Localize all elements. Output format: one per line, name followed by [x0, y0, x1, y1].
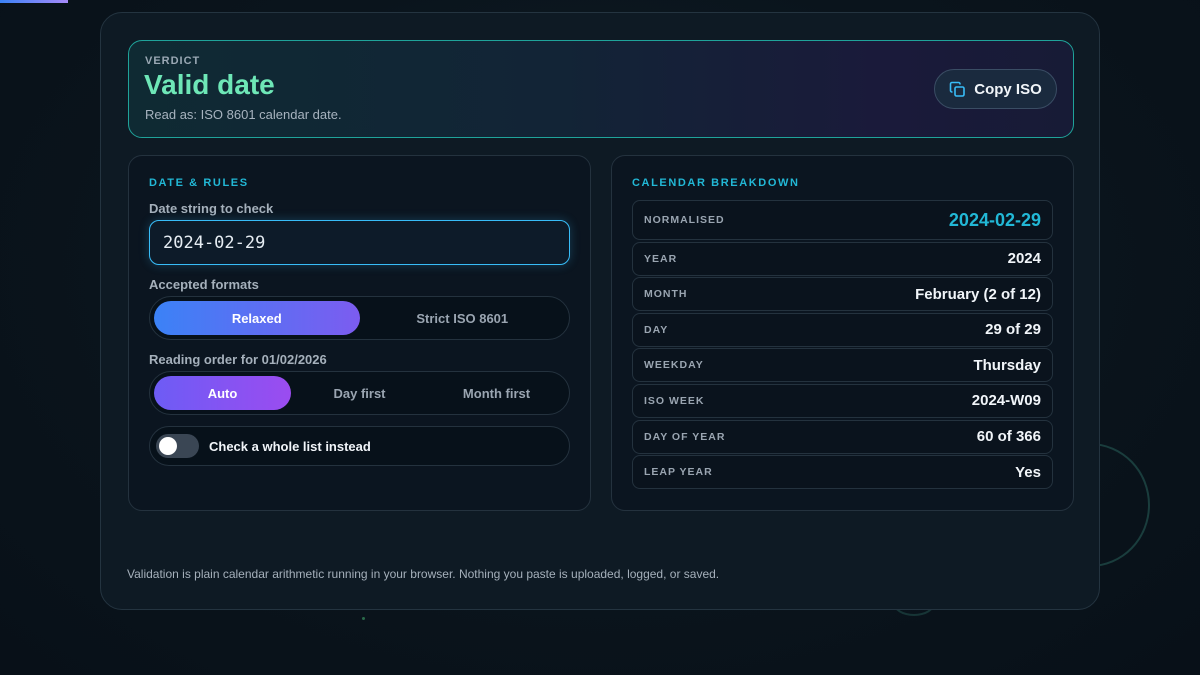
- privacy-footer-note: Validation is plain calendar arithmetic …: [127, 567, 720, 581]
- order-option-auto[interactable]: Auto: [154, 376, 291, 410]
- breakdown-row-day-of-year: DAY OF YEAR 60 of 366: [632, 419, 1053, 454]
- format-option-strict-iso[interactable]: Strict ISO 8601: [360, 301, 566, 335]
- row-value: 2024-W09: [971, 392, 1041, 410]
- date-rules-panel: DATE & RULES Date string to check 2024-0…: [128, 155, 591, 511]
- copy-iso-button[interactable]: Copy ISO: [934, 69, 1057, 109]
- date-input-label: Date string to check: [149, 201, 274, 216]
- row-value: 2024-02-29: [948, 209, 1041, 230]
- breakdown-row-year: YEAR 2024: [632, 241, 1053, 276]
- list-mode-toggle-label: Check a whole list instead: [209, 438, 371, 454]
- format-option-relaxed[interactable]: Relaxed: [154, 301, 360, 335]
- row-value: 2024: [1007, 250, 1041, 268]
- main-card: VERDICT Valid date Read as: ISO 8601 cal…: [100, 12, 1100, 610]
- row-label: MONTH: [644, 288, 688, 301]
- breakdown-row-iso-week: ISO WEEK 2024-W09: [632, 383, 1053, 418]
- row-label: WEEKDAY: [644, 359, 704, 372]
- row-label: LEAP YEAR: [644, 466, 713, 479]
- breakdown-row-month: MONTH February (2 of 12): [632, 277, 1053, 312]
- row-label: YEAR: [644, 252, 678, 265]
- verdict-kicker: VERDICT: [145, 55, 201, 67]
- top-accent-bar: [0, 0, 68, 3]
- verdict-title: Valid date: [144, 69, 275, 100]
- breakdown-row-day: DAY 29 of 29: [632, 312, 1053, 347]
- panel-title-breakdown: CALENDAR BREAKDOWN: [632, 177, 800, 189]
- breakdown-row-leap-year: LEAP YEAR Yes: [632, 455, 1053, 490]
- row-value: 60 of 366: [976, 428, 1041, 446]
- list-mode-toggle-row[interactable]: Check a whole list instead: [149, 426, 570, 466]
- breakdown-row-weekday: WEEKDAY Thursday: [632, 348, 1053, 383]
- copy-icon: [949, 81, 966, 98]
- verdict-subtitle: Read as: ISO 8601 calendar date.: [145, 107, 342, 122]
- row-label: DAY: [644, 323, 669, 336]
- copy-iso-label: Copy ISO: [974, 80, 1042, 98]
- formats-segmented-control: Relaxed Strict ISO 8601: [149, 296, 570, 340]
- reading-order-label: Reading order for 01/02/2026: [149, 352, 327, 367]
- order-option-day-first[interactable]: Day first: [291, 376, 428, 410]
- row-value: Yes: [1015, 463, 1041, 481]
- row-value: 29 of 29: [985, 321, 1041, 339]
- row-label: ISO WEEK: [644, 394, 705, 407]
- toggle-knob: [159, 437, 177, 455]
- panel-title-rules: DATE & RULES: [149, 177, 249, 189]
- row-value: February (2 of 12): [915, 285, 1041, 303]
- breakdown-row-normalised: NORMALISED 2024-02-29: [632, 200, 1053, 240]
- date-string-input[interactable]: 2024-02-29: [149, 220, 570, 265]
- calendar-breakdown-panel: CALENDAR BREAKDOWN NORMALISED 2024-02-29…: [611, 155, 1074, 511]
- breakdown-rows: NORMALISED 2024-02-29 YEAR 2024 MONTH Fe…: [632, 200, 1053, 491]
- verdict-banner: VERDICT Valid date Read as: ISO 8601 cal…: [128, 40, 1074, 138]
- row-label: NORMALISED: [644, 214, 725, 226]
- order-option-month-first[interactable]: Month first: [428, 376, 565, 410]
- list-mode-toggle[interactable]: [156, 434, 199, 458]
- row-value: Thursday: [973, 356, 1041, 374]
- reading-order-segmented-control: Auto Day first Month first: [149, 371, 570, 415]
- formats-label: Accepted formats: [149, 277, 259, 292]
- row-label: DAY OF YEAR: [644, 430, 726, 443]
- decorative-dot: [362, 617, 365, 620]
- date-input-value: 2024-02-29: [163, 232, 266, 253]
